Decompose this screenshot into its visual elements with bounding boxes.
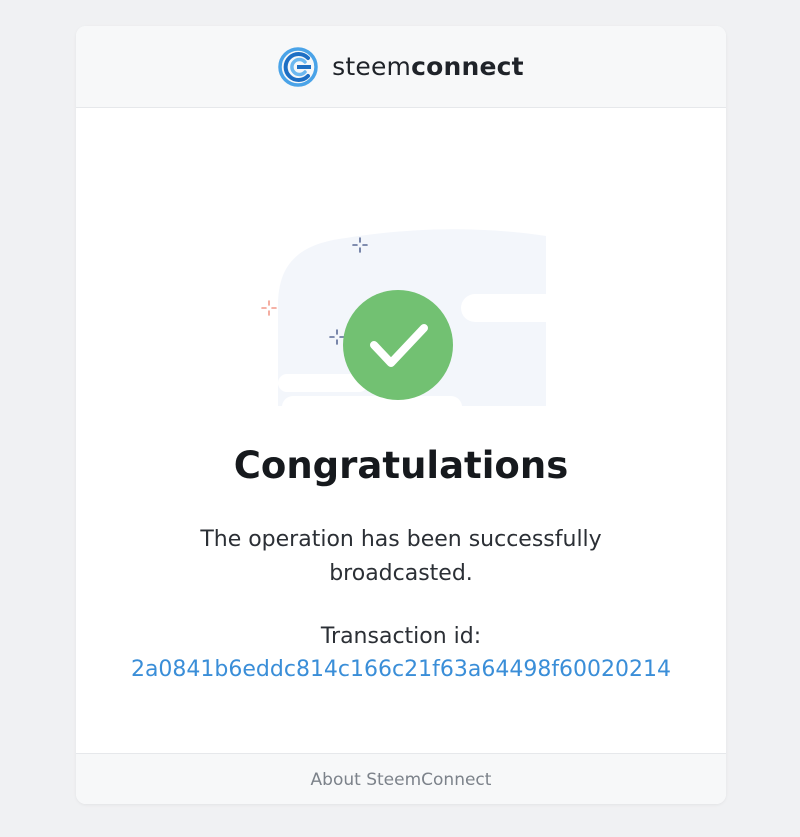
- sparkle-icon: [261, 300, 277, 316]
- about-link[interactable]: About SteemConnect: [311, 770, 492, 790]
- brand-name-light: steem: [332, 52, 412, 81]
- check-circle-icon: [343, 290, 453, 400]
- brand-name-bold: connect: [411, 52, 524, 81]
- page-title: Congratulations: [233, 444, 569, 487]
- header: steemconnect: [76, 26, 726, 108]
- transaction-id-link[interactable]: 2a0841b6eddc814c166c21f63a64498f60020214: [76, 653, 726, 687]
- success-message: The operation has been successfully broa…: [200, 527, 602, 586]
- success-illustration: [261, 229, 556, 406]
- steemconnect-logo-icon: [278, 46, 318, 87]
- transaction-label: Transaction id:: [320, 624, 482, 649]
- footer: About SteemConnect: [76, 753, 726, 804]
- brand-name: steemconnect: [332, 52, 524, 81]
- brand[interactable]: steemconnect: [278, 46, 524, 87]
- main-card: steemconnect Congratulations The operati…: [76, 26, 726, 804]
